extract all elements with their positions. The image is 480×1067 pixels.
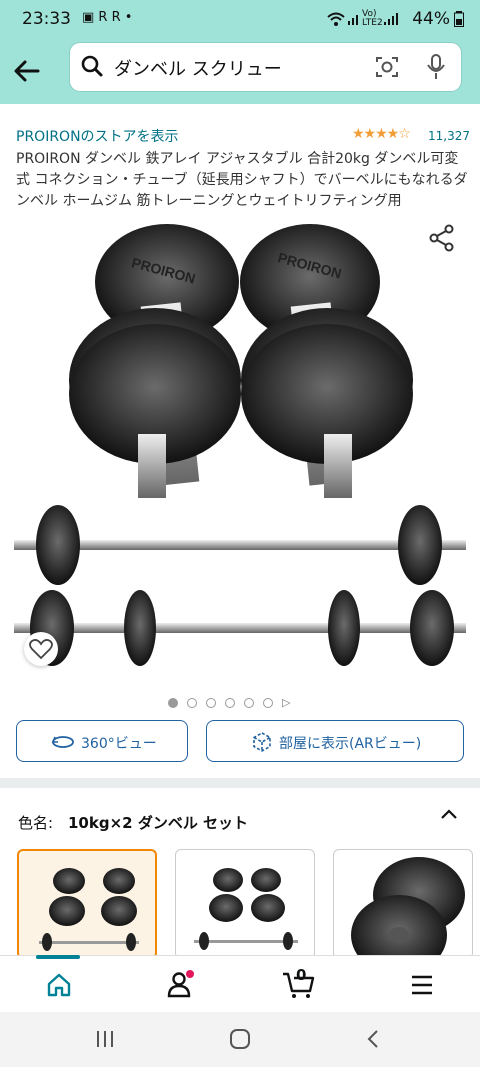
back-arrow-icon[interactable] bbox=[10, 54, 44, 88]
variant-value: 10kg×2 ダンベル セット bbox=[68, 814, 249, 832]
share-icon[interactable] bbox=[428, 224, 456, 252]
cart-count: 0 bbox=[296, 966, 307, 984]
view-360-button[interactable]: 360°ビュー bbox=[16, 720, 188, 762]
rotate-360-icon bbox=[51, 736, 74, 748]
weight-plate bbox=[36, 505, 80, 585]
product-title: PROIRON ダンベル 鉄アレイ アジャスタブル 合計20kg ダンベル可変式… bbox=[16, 151, 468, 209]
barbell-bar bbox=[14, 623, 466, 633]
review-count[interactable]: 11,327 bbox=[428, 129, 470, 143]
bottom-nav: 0 bbox=[0, 955, 480, 1013]
status-bar: 23:33 ▣ R R • Vo) LTE2 44% bbox=[0, 0, 480, 38]
ar-view-button[interactable]: 部屋に表示(ARビュー) bbox=[206, 720, 464, 762]
notification-badge bbox=[186, 970, 194, 978]
ar-view-label: 部屋に表示(ARビュー) bbox=[279, 736, 422, 752]
rating-stars[interactable]: ★★★★☆ bbox=[352, 126, 411, 142]
view-360-label: 360°ビュー bbox=[81, 736, 157, 752]
back-button-icon[interactable] bbox=[366, 1029, 380, 1049]
signal-icon bbox=[348, 15, 358, 25]
pager-dot[interactable] bbox=[187, 697, 197, 708]
wifi-icon bbox=[327, 12, 345, 26]
pager-dot[interactable] bbox=[263, 697, 273, 708]
status-time: 23:33 bbox=[22, 9, 71, 29]
active-tab-indicator bbox=[36, 955, 80, 959]
search-icon bbox=[81, 55, 103, 77]
variant-image bbox=[351, 857, 465, 958]
camera-search-icon[interactable] bbox=[375, 55, 399, 79]
network-label: Vo) LTE2 bbox=[362, 9, 383, 28]
search-bar[interactable]: ダンベル スクリュー bbox=[70, 43, 461, 91]
section-divider bbox=[0, 778, 480, 788]
battery-icon bbox=[454, 11, 464, 27]
weight-plate bbox=[398, 505, 442, 585]
store-link[interactable]: PROIRONのストアを表示 bbox=[16, 126, 179, 146]
play-video-icon[interactable]: ▷ bbox=[282, 696, 290, 709]
pager-dot[interactable] bbox=[168, 697, 178, 708]
system-nav-bar bbox=[0, 1012, 480, 1067]
variant-thumb-selected[interactable] bbox=[17, 849, 157, 959]
weight-plate bbox=[328, 590, 360, 666]
variant-image bbox=[194, 868, 298, 950]
wishlist-button[interactable] bbox=[24, 632, 58, 666]
image-pager: ▷ bbox=[168, 692, 290, 709]
variant-thumb[interactable] bbox=[333, 849, 473, 959]
weight-plate bbox=[410, 590, 454, 666]
pager-dot[interactable] bbox=[244, 697, 254, 708]
notification-icons: ▣ R R • bbox=[82, 10, 133, 25]
home-icon[interactable] bbox=[46, 972, 72, 998]
variant-label: 色名: bbox=[18, 814, 54, 832]
app-header: ダンベル スクリュー bbox=[0, 38, 480, 104]
variant-image bbox=[39, 868, 139, 951]
home-button-icon[interactable] bbox=[229, 1028, 251, 1050]
pager-dot[interactable] bbox=[206, 697, 216, 708]
heart-icon bbox=[29, 639, 53, 660]
microphone-icon[interactable] bbox=[425, 53, 447, 81]
ar-cube-icon bbox=[253, 732, 271, 752]
battery-percent: 44% bbox=[412, 9, 450, 29]
screw-shaft bbox=[324, 434, 352, 498]
search-query[interactable]: ダンベル スクリュー bbox=[114, 55, 282, 81]
menu-icon[interactable] bbox=[410, 974, 434, 996]
weight-plate bbox=[124, 590, 156, 666]
chevron-up-icon[interactable] bbox=[440, 806, 458, 824]
account-icon[interactable] bbox=[166, 969, 196, 999]
screw-shaft bbox=[138, 434, 166, 498]
variant-thumb[interactable] bbox=[175, 849, 315, 959]
recent-apps-icon[interactable] bbox=[96, 1030, 114, 1048]
product-image[interactable]: PROIRON PROIRON bbox=[0, 224, 480, 684]
signal-icon-2 bbox=[384, 13, 398, 25]
pager-dot[interactable] bbox=[225, 697, 235, 708]
